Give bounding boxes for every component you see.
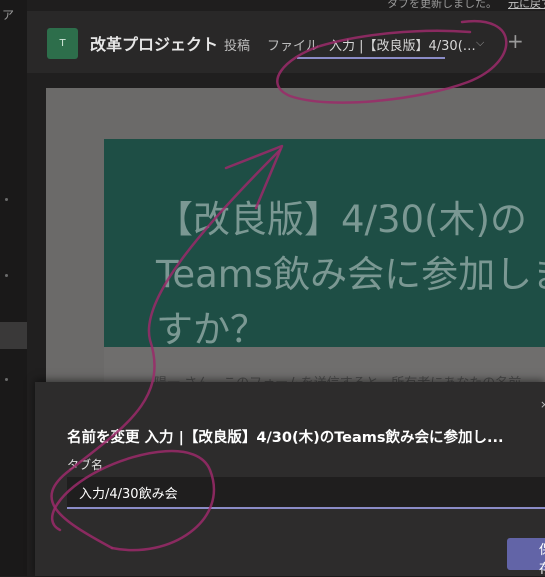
tab-form[interactable]: 入力 |【改良版】4/30(… (329, 35, 476, 54)
rail-dot (5, 274, 8, 277)
team-avatar: T (47, 28, 78, 59)
tab-files[interactable]: ファイル (267, 35, 319, 54)
channel-header: T 改革プロジェクト 投稿 ファイル 入力 |【改良版】4/30(… ⌵ + (27, 11, 545, 73)
tab-name-label: タブ名 (67, 458, 104, 472)
team-name: 改革プロジェクト (90, 35, 219, 54)
dialog-title: 名前を変更 入力 |【改良版】4/30(木)のTeams飲み会に参加し... (67, 430, 504, 446)
tab-name-input[interactable] (67, 477, 545, 509)
tab-posts[interactable]: 投稿 (224, 35, 250, 54)
chevron-down-icon[interactable]: ⌵ (476, 36, 484, 50)
notification-text: タブを更新しました。 (387, 0, 497, 10)
active-tab-indicator (297, 57, 445, 59)
undo-link[interactable]: 元に戻す (508, 0, 545, 11)
save-button[interactable]: 保存 (507, 538, 545, 577)
app-rail: ア (0, 0, 27, 576)
rail-dot (5, 378, 8, 381)
rail-item-active[interactable] (0, 322, 27, 349)
rail-dot (5, 198, 8, 201)
add-tab-icon[interactable]: + (507, 29, 524, 53)
rail-label: ア (2, 8, 15, 22)
close-icon[interactable]: × (540, 398, 545, 411)
form-title: 【改良版】4/30(木)のTeams飲み会に参加しますか？ (156, 198, 545, 351)
